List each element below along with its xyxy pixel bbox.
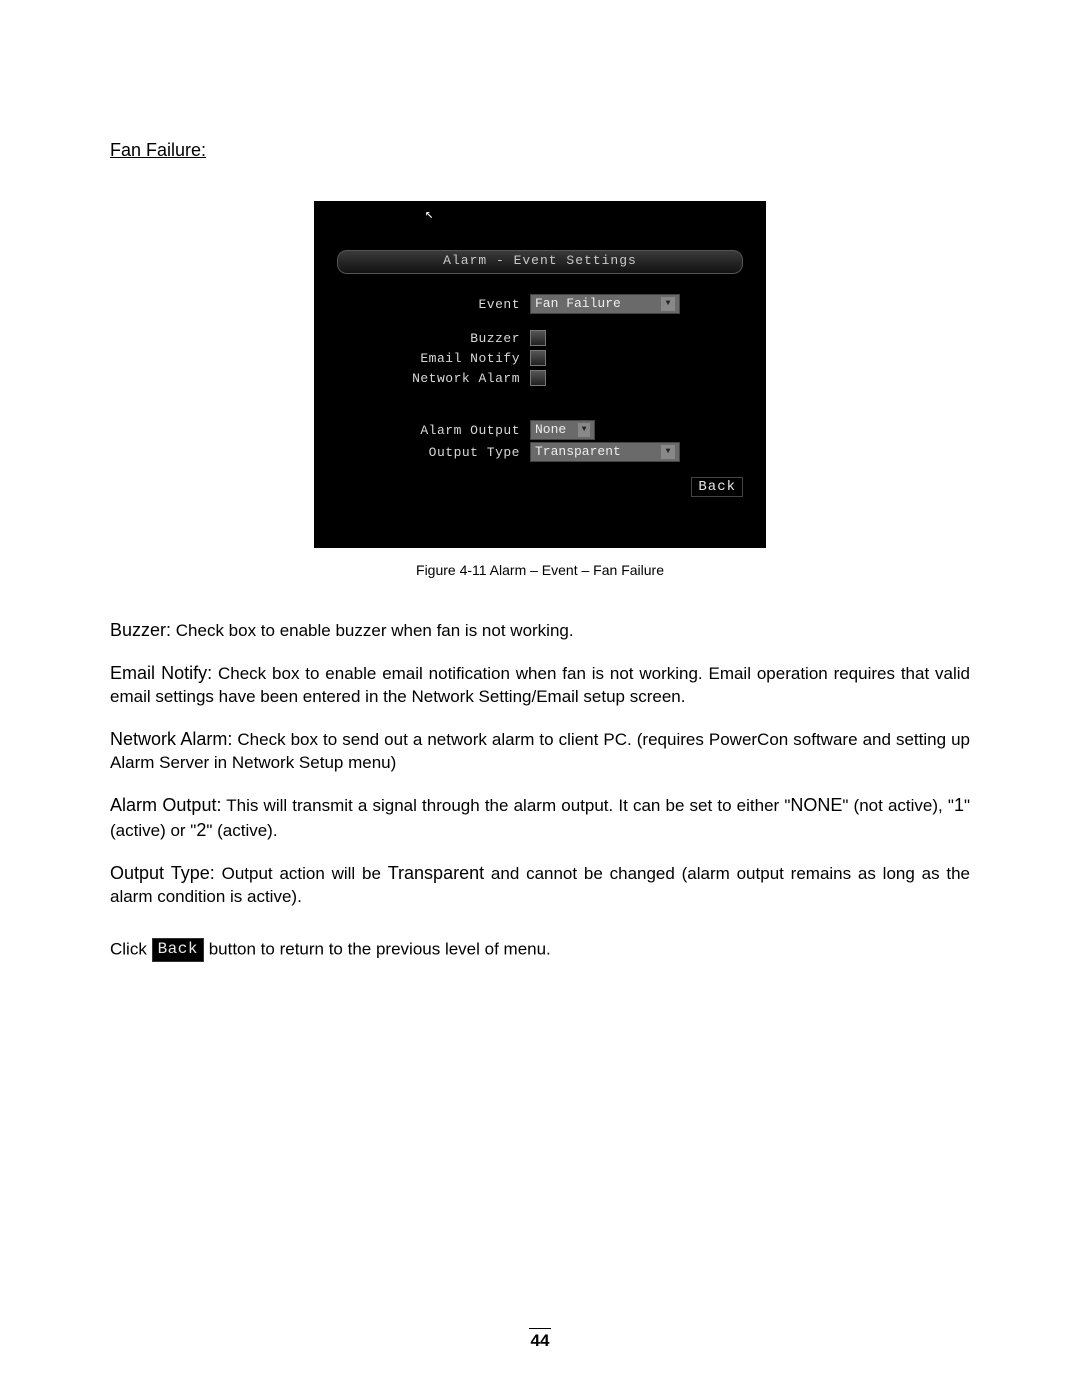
output-transparent: Transparent [388, 863, 484, 883]
buzzer-checkbox[interactable] [530, 330, 546, 346]
buzzer-label: Buzzer [315, 331, 530, 346]
email-term: Email Notify: [110, 663, 212, 683]
alarm-output-paragraph: Alarm Output: This will transmit a signa… [110, 793, 970, 843]
alarm-two: 2 [196, 820, 206, 840]
email-paragraph: Email Notify: Check box to enable email … [110, 661, 970, 709]
output-type-label: Output Type [315, 445, 530, 460]
alarm-one: 1 [954, 795, 964, 815]
alarm-output-value: None [535, 422, 566, 438]
inline-back-button: Back [152, 938, 204, 962]
alarm-text-d: " (active). [206, 821, 277, 840]
event-label: Event [315, 297, 530, 312]
page-number-value: 44 [531, 1331, 550, 1350]
output-type-dropdown[interactable]: Transparent ▼ [530, 442, 680, 462]
chevron-down-icon: ▼ [661, 445, 675, 459]
network-alarm-label: Network Alarm [315, 371, 530, 386]
back-button[interactable]: Back [691, 477, 743, 497]
alarm-none: NONE [790, 795, 842, 815]
buzzer-paragraph: Buzzer: Check box to enable buzzer when … [110, 618, 970, 643]
network-paragraph: Network Alarm: Check box to send out a n… [110, 727, 970, 775]
network-alarm-checkbox[interactable] [530, 370, 546, 386]
buzzer-term: Buzzer: [110, 620, 171, 640]
click-b: button to return to the previous level o… [204, 940, 551, 959]
network-term: Network Alarm: [110, 729, 232, 749]
chevron-down-icon: ▼ [661, 297, 675, 311]
alarm-text-b: " (not active), " [842, 796, 954, 815]
email-notify-checkbox[interactable] [530, 350, 546, 366]
email-notify-label: Email Notify [315, 351, 530, 366]
alarm-output-dropdown[interactable]: None ▼ [530, 420, 595, 440]
cursor-icon: ↖ [425, 206, 433, 223]
email-text: Check box to enable email notification w… [110, 664, 970, 706]
click-back-paragraph: Click Back button to return to the previ… [110, 938, 970, 962]
network-text: Check box to send out a network alarm to… [110, 730, 970, 772]
chevron-down-icon: ▼ [578, 423, 590, 437]
event-dropdown[interactable]: Fan Failure ▼ [530, 294, 680, 314]
page-number-divider [529, 1328, 551, 1329]
figure-caption: Figure 4-11 Alarm – Event – Fan Failure [110, 562, 970, 578]
alarm-term: Alarm Output: [110, 795, 221, 815]
page-number: 44 [0, 1328, 1080, 1351]
screenshot-panel: ↖ Alarm - Event Settings Event Fan Failu… [314, 201, 766, 548]
section-title: Fan Failure: [110, 140, 970, 161]
event-value: Fan Failure [535, 296, 621, 312]
output-term: Output Type: [110, 863, 215, 883]
buzzer-text: Check box to enable buzzer when fan is n… [171, 621, 574, 640]
output-text-a: Output action will be [215, 864, 388, 883]
dialog-title: Alarm - Event Settings [337, 250, 743, 274]
output-type-paragraph: Output Type: Output action will be Trans… [110, 861, 970, 909]
output-type-value: Transparent [535, 444, 621, 460]
alarm-output-label: Alarm Output [315, 423, 530, 438]
click-a: Click [110, 940, 152, 959]
alarm-text-a: This will transmit a signal through the … [221, 796, 790, 815]
